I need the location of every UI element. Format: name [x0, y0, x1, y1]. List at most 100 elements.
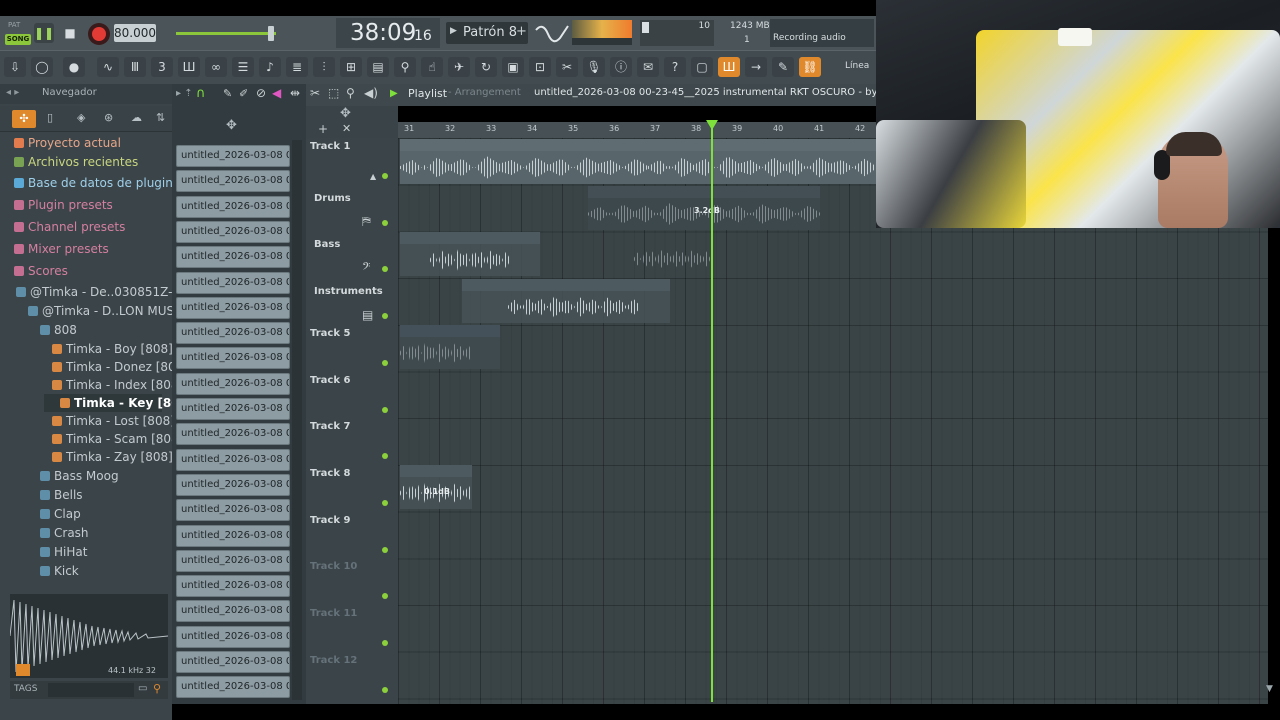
track-name[interactable]: Track 8 — [310, 468, 350, 479]
clip-source-button[interactable]: untitled_2026-03-08 00-... — [176, 651, 290, 673]
playlist-move-icon[interactable]: ✥ — [340, 106, 351, 121]
piano-roll-icon[interactable]: ♪ — [259, 57, 281, 77]
browser-folder-kick[interactable]: Kick — [40, 562, 79, 580]
track-name[interactable]: Track 9 — [310, 515, 350, 526]
track-enable-led[interactable] — [382, 640, 388, 646]
clip-source-button[interactable]: untitled_2026-03-08 00-... — [176, 372, 290, 395]
browser-folder-clap[interactable]: Clap — [40, 505, 81, 523]
clip-source-button[interactable]: untitled_2026-03-08 00-... — [176, 625, 290, 648]
clip-list-scrollbar[interactable] — [292, 140, 302, 700]
browser-item-scores[interactable]: Scores — [14, 262, 68, 280]
audio-clip[interactable]: untitled_2026-03.. - by lautaro dj — [400, 232, 540, 276]
stop-button[interactable]: ■ — [60, 23, 80, 43]
clip-source-button[interactable]: untitled_2026-03-08 00-... — [176, 676, 290, 699]
track-name[interactable]: Track 11 — [310, 608, 357, 619]
loop-record-icon[interactable]: ∞ — [205, 57, 227, 77]
mute-tool-icon[interactable]: ◀ — [272, 86, 281, 100]
search-icon[interactable]: ⚲ — [153, 682, 161, 695]
paint-tool-icon[interactable]: ✐ — [239, 87, 248, 100]
undo-icon[interactable]: ↻ — [475, 57, 497, 77]
clip-source-button[interactable]: untitled_2026-03-08 00-... — [176, 271, 290, 294]
tempo-field[interactable]: 80.000 — [114, 24, 156, 42]
browser-item-archivos-recientes[interactable]: Archivos recientes — [14, 153, 138, 171]
track-name[interactable]: Track 7 — [310, 421, 350, 432]
pen-icon[interactable]: ✎ — [772, 57, 794, 77]
track-enable-led[interactable] — [382, 173, 388, 179]
download-icon[interactable]: ⇩ — [4, 57, 26, 77]
clip-source-button[interactable]: untitled_2026-03-08 00-... — [176, 524, 290, 547]
delete-tool-icon[interactable]: ⊘ — [256, 86, 266, 100]
clip-source-button[interactable]: untitled_2026-03-08 00-... — [176, 195, 290, 218]
midi-icon[interactable]: ⊡ — [529, 57, 551, 77]
plug-icon[interactable]: ⚲ — [394, 57, 416, 77]
track-enable-led[interactable] — [382, 359, 388, 366]
timeline-ruler[interactable]: 31 32 33 34 35 36 37 38 39 40 41 42 — [398, 122, 876, 138]
save-icon[interactable]: ▣ — [502, 57, 524, 77]
folder-icon[interactable]: ▭ — [138, 683, 147, 694]
browser-file-index[interactable]: Timka - Index [808] — [52, 376, 183, 394]
clip-source-button[interactable]: untitled_2026-03-08 00-... — [176, 246, 290, 269]
pattern-selector[interactable]: ▶ Patrón 8 + — [446, 22, 528, 44]
add-pattern-icon[interactable]: + — [516, 24, 527, 39]
arrow-right-icon[interactable]: → — [745, 57, 767, 77]
playlist-nav-arrows[interactable]: ▸ ⇡ — [176, 88, 193, 99]
track-enable-led[interactable] — [382, 686, 388, 693]
browser-item-plugin-database[interactable]: Base de datos de plugins — [14, 174, 179, 192]
browser-file-zay[interactable]: Timka - Zay [808] — [52, 448, 173, 466]
clip-source-button[interactable]: untitled_2026-03-08 00-... — [176, 499, 290, 522]
channel-rack-icon[interactable]: ≣ — [286, 57, 308, 77]
slip-tool-icon[interactable]: ⇹ — [290, 86, 300, 100]
browser-item-mixer-presets[interactable]: Mixer presets — [14, 240, 109, 258]
playlist-move-icon[interactable]: ✥ — [226, 118, 237, 133]
browser-file-boy[interactable]: Timka - Boy [808] — [52, 340, 173, 358]
mixer-icon[interactable]: ⫶ — [313, 57, 335, 77]
master-volume-slider[interactable] — [176, 26, 276, 41]
browser-folder-bass-moog[interactable]: Bass Moog — [40, 467, 119, 485]
microphone-icon[interactable]: 🎙 — [583, 57, 605, 77]
select-tool-icon[interactable]: ⬚ — [328, 86, 339, 100]
audio-clip-muted[interactable]: untitled_202..autaro dj — [400, 325, 500, 369]
browser-item-proyecto-actual[interactable]: Proyecto actual — [14, 134, 121, 152]
slice-tool-icon[interactable]: ✂ — [310, 86, 320, 100]
audio-clip[interactable]: untitled_...ro dj 0.1dB — [400, 465, 472, 509]
clip-source-button[interactable]: untitled_2026-03-08 00-... — [176, 600, 290, 623]
browser-icon[interactable]: ▤ — [367, 57, 389, 77]
track-name[interactable]: Instruments — [314, 286, 383, 297]
cloud-icon[interactable]: ☁ — [131, 111, 142, 124]
clip-source-button[interactable]: untitled_2026-03-08 00-... — [176, 170, 290, 193]
cut-icon[interactable]: ✂ — [556, 57, 578, 77]
clip-source-button[interactable]: untitled_2026-03-08 00-... — [176, 448, 290, 471]
metronome-icon[interactable]: ◯ — [31, 57, 53, 77]
track-enable-led[interactable] — [382, 546, 388, 553]
blend-notes-icon[interactable]: 3 — [151, 57, 173, 77]
master-volume-knob[interactable] — [268, 26, 274, 41]
clip-source-button[interactable]: untitled_2026-03-08 00-... — [176, 145, 290, 167]
record-button[interactable] — [88, 23, 110, 45]
browser-folder-crash[interactable]: Crash — [40, 524, 89, 542]
track-name[interactable]: Bass — [314, 239, 340, 250]
browser-file-scam[interactable]: Timka - Scam [808] — [52, 430, 183, 448]
draw-tool-icon[interactable]: ✎ — [223, 87, 232, 100]
browser-file-donez[interactable]: Timka - Donez [808] — [52, 358, 188, 376]
browser-folder-hihat[interactable]: HiHat — [40, 543, 87, 561]
clip-source-button[interactable]: untitled_2026-03-08 00-... — [176, 398, 290, 420]
browser-options-icon[interactable]: ✣ — [12, 110, 36, 128]
chat-icon[interactable]: ✉ — [637, 57, 659, 77]
zoom-tool-icon[interactable]: ⚲ — [346, 86, 355, 100]
multilink-icon[interactable]: Ш — [178, 57, 200, 77]
file-icon[interactable]: ▯ — [47, 111, 53, 124]
track-enable-led[interactable] — [382, 219, 388, 226]
browser-item-plugin-presets[interactable]: Plugin presets — [14, 196, 113, 214]
typing-keyboard-icon[interactable]: ∿ — [97, 57, 119, 77]
browser-item-channel-presets[interactable]: Channel presets — [14, 218, 125, 236]
snapshot-icon[interactable]: ▢ — [691, 57, 713, 77]
playlist-snap-icon[interactable]: Ш — [718, 57, 740, 77]
track-name[interactable]: Track 5 — [310, 328, 350, 339]
track-name[interactable]: Track 1 — [310, 141, 350, 152]
step-edit-icon[interactable]: Ⅲ — [124, 57, 146, 77]
clip-source-button[interactable]: untitled_2026-03-08 00-... — [176, 549, 290, 572]
audio-clip-muted[interactable]: untitled_2026-03-08 00-20-4...RKT OSCURO… — [588, 186, 820, 230]
sort-icon[interactable]: ⇅ — [156, 111, 165, 124]
clip-source-button[interactable]: untitled_2026-03-08 00-... — [176, 347, 290, 370]
info-icon[interactable]: ⓘ — [610, 57, 632, 77]
